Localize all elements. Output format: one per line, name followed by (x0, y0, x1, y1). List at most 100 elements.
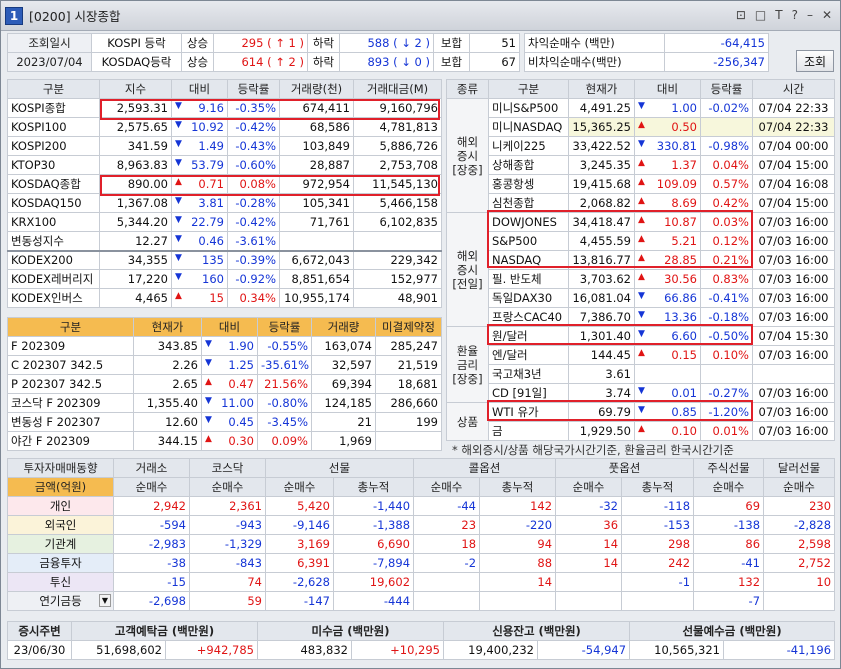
world-row[interactable]: CD [91일] 3.74 ▼ 0.01 -0.27% 07/03 16:00 (447, 383, 835, 403)
futures-row[interactable]: P 202307 342.5 2.65 ▲ 0.47 21.56% 69,394 18,68… (7, 374, 442, 394)
investor-row[interactable]: 개인 2,942 2,361 5,420 -1,440 -44 142 -32 -118 69 23… (7, 496, 836, 516)
index-row[interactable]: KOSDAQ종합 890.00 ▲ 0.71 0.08% 972,954 11,545,13… (7, 174, 442, 194)
change-cell: ▼ 53.79 (171, 155, 228, 175)
index-value: 5,344.20 (99, 212, 172, 232)
rise-count: 614 (241, 55, 264, 69)
change-value: 330.81 (656, 139, 697, 153)
index-value: 2,593.31 (99, 98, 172, 118)
close-icon[interactable]: ✕ (822, 8, 832, 22)
col-header: 등락률 (700, 79, 753, 99)
world-row[interactable]: 니케이225 33,422.52 ▼ 330.81 -0.98% 07/04 00:00 (447, 136, 835, 156)
current-price: 16,081.04 (568, 288, 635, 308)
trade-value: 48,901 (353, 288, 442, 308)
investor-row[interactable]: 연기금등 ▼ -2,698 59 -147 -444 -7 (7, 591, 836, 611)
item-name: WTI 유가 (488, 402, 569, 422)
index-value: 8,963.83 (99, 155, 172, 175)
world-row[interactable]: 독일DAX30 16,081.04 ▼ 66.86 -0.41% 07/03 16:00 (447, 288, 835, 308)
change-value: 6.60 (671, 329, 697, 343)
link-icon[interactable]: ⊡ (736, 8, 746, 22)
investor-row[interactable]: 외국인 -594 -943 -9,146 -1,388 23 -220 36 -153 -138-… (7, 515, 836, 535)
minimize-icon[interactable]: – (807, 8, 813, 22)
world-row[interactable]: 미니NASDAQ 15,365.25 ▲ 0.50 07/04 22:33 (447, 117, 835, 137)
world-row[interactable]: 프랑스CAC40 7,386.70 ▼ 13.36 -0.18% 07/03 16:00 (447, 307, 835, 327)
index-row[interactable]: KODEX200 34,355 ▼ 135 -0.39% 6,672,043 229,342 (7, 250, 442, 270)
index-row[interactable]: KOSPI종합 2,593.31 ▼ 9.16 -0.35% 674,411 9,160,7… (7, 98, 442, 118)
world-row[interactable]: 엔/달러 144.45 ▲ 0.15 0.10% 07/03 16:00 (447, 345, 835, 365)
net-amount: -2 (413, 553, 481, 573)
investor-row[interactable]: 기관계 -2,983 -1,329 3,169 6,690 18 94 14 298 86 2,59… (7, 534, 836, 554)
change-rate: 0.01% (700, 421, 753, 441)
col-header: 대비 (201, 317, 258, 337)
change-rate: -0.41% (700, 288, 753, 308)
volume: 1,969 (311, 431, 376, 451)
index-row[interactable]: 변동성지수 12.27 ▼ 0.46 -3.61% (7, 231, 442, 251)
col-header: 달러선물 (763, 458, 836, 478)
col-header: 시간 (752, 79, 835, 99)
world-row[interactable]: 환율 금리 [장중] 원/달러 1,301.40 ▼ 6.60 -0.50% 07/04 1… (446, 326, 835, 403)
change-rate: 0.03% (700, 212, 753, 232)
world-row[interactable]: 필. 반도체 3,703.62 ▲ 30.56 0.83% 07/03 16:00 (447, 269, 835, 289)
index-value: 4,465 (99, 288, 172, 308)
open-interest: 286,660 (375, 393, 442, 413)
change-cell: ▼ 9.16 (171, 98, 228, 118)
net-amount: -147 (265, 591, 334, 611)
contract-name: C 202307 342.5 (7, 355, 134, 375)
futures-row[interactable]: F 202309 343.85 ▼ 1.90 -0.55% 163,074 285,247 (7, 336, 442, 356)
futures-row[interactable]: 야간 F 202309 344.15 ▲ 0.30 0.09% 1,969 (7, 431, 442, 451)
futures-row[interactable]: 변동성 F 202307 12.60 ▼ 0.45 -3.45% 21 199 (7, 412, 442, 432)
net-amount: 59 (189, 591, 266, 611)
world-row[interactable]: 홍콩항셍 19,415.68 ▲ 109.09 0.57% 07/04 16:08 (447, 174, 835, 194)
world-row[interactable]: NASDAQ 13,816.77 ▲ 28.85 0.21% 07/03 16:00 (447, 250, 835, 270)
item-name: 심천종합 (488, 193, 569, 213)
world-row[interactable]: 상해종합 3,245.35 ▲ 1.37 0.04% 07/04 15:00 (447, 155, 835, 175)
current-price: 3.74 (568, 383, 635, 403)
change-cell: ▲ 0.15 (634, 345, 701, 365)
open-interest: 199 (375, 412, 442, 432)
futures-row[interactable]: C 202307 342.5 2.26 ▼ 1.25 -35.61% 32,597 21,5… (7, 355, 442, 375)
current-price: 1,929.50 (568, 421, 635, 441)
change-value: 160 (202, 272, 224, 286)
net-amount: 88 (479, 553, 557, 573)
change-cell: ▼ 160 (171, 269, 228, 289)
trade-value: 152,977 (353, 269, 442, 289)
index-row[interactable]: KOSPI100 2,575.65 ▼ 10.92 -0.42% 68,586 4,781,… (7, 117, 442, 137)
index-row[interactable]: KTOP30 8,963.83 ▼ 53.79 -0.60% 28,887 2,753,70… (7, 155, 442, 175)
query-button[interactable]: 조회 (796, 50, 834, 72)
world-row[interactable]: 금 1,929.50 ▲ 0.10 0.01% 07/03 16:00 (447, 421, 835, 441)
index-row[interactable]: KRX100 5,344.20 ▼ 22.79 -0.42% 71,761 6,102,83… (7, 212, 442, 232)
world-row[interactable]: 심천종합 2,068.82 ▲ 8.69 0.42% 07/04 15:00 (447, 193, 835, 213)
col-header: 순매수 (693, 477, 765, 497)
change-value: 1.00 (671, 101, 697, 115)
index-row[interactable]: KOSDAQ150 1,367.08 ▼ 3.81 -0.28% 105,341 5,466… (7, 193, 442, 213)
index-row[interactable]: KODEX인버스 4,465 ▲ 15 0.34% 10,955,174 48,901 (7, 288, 442, 308)
funds-date: 23/06/30 (7, 640, 72, 660)
current-price: 144.45 (568, 345, 635, 365)
world-row[interactable]: 상품 WTI 유가 69.79 ▼ 0.85 -1.20% 07/03 16:00 (446, 402, 835, 441)
world-row[interactable]: S&P500 4,455.59 ▲ 5.21 0.12% 07/03 16:00 (447, 231, 835, 251)
index-row[interactable]: KOSPI200 341.59 ▼ 1.49 -0.43% 103,849 5,886,72… (7, 136, 442, 156)
change-value: 0.45 (228, 415, 254, 429)
arbitrage-value: -64,415 (664, 33, 769, 53)
quote-time: 07/03 16:00 (752, 307, 835, 327)
help-icon[interactable]: ? (792, 8, 798, 22)
upper-limit-icon: ↑ (275, 55, 285, 69)
investor-row[interactable]: 투신 -15 74 -2,628 19,602 14 -1 132 10 (7, 572, 836, 592)
world-row[interactable]: 국고채3년 3.61 (447, 364, 835, 384)
change-cell: ▼ 3.81 (171, 193, 228, 213)
change-rate: 0.42% (700, 193, 753, 213)
world-row[interactable]: 해외 증시 [전일] DOWJONES 34,418.47 ▲ 10.87 0.03% 07… (446, 212, 835, 327)
kosdaq-adv-label: KOSDAQ등락 (91, 52, 182, 72)
restore-icon[interactable]: □ (755, 8, 766, 22)
index-row[interactable]: KODEX레버리지 17,220 ▼ 160 -0.92% 8,851,654 152,97… (7, 269, 442, 289)
customer-deposit: 51,698,602 (71, 640, 166, 660)
investor-row[interactable]: 금융투자 -38 -843 6,391 -7,894 -2 88 14 242 -41 2,752 (7, 553, 836, 573)
chevron-down-icon[interactable]: ▼ (98, 594, 111, 607)
change-rate: -3.61% (227, 231, 280, 251)
futures-row[interactable]: 코스닥 F 202309 1,355.40 ▼ 11.00 -0.80% 124,185 2… (7, 393, 442, 413)
world-row[interactable]: 해외 증시 [장중] 미니S&P500 4,491.25 ▼ 1.00 -0.02% 07/… (446, 98, 835, 213)
font-icon[interactable]: T (775, 8, 782, 22)
change-cell: ▼ 13.36 (634, 307, 701, 327)
net-amount: -138 (693, 515, 765, 535)
title-bar: 1 [0200] 시장종합 ⊡ □ T ? – ✕ (1, 1, 840, 31)
col-header: 거래량(천) (279, 79, 354, 99)
